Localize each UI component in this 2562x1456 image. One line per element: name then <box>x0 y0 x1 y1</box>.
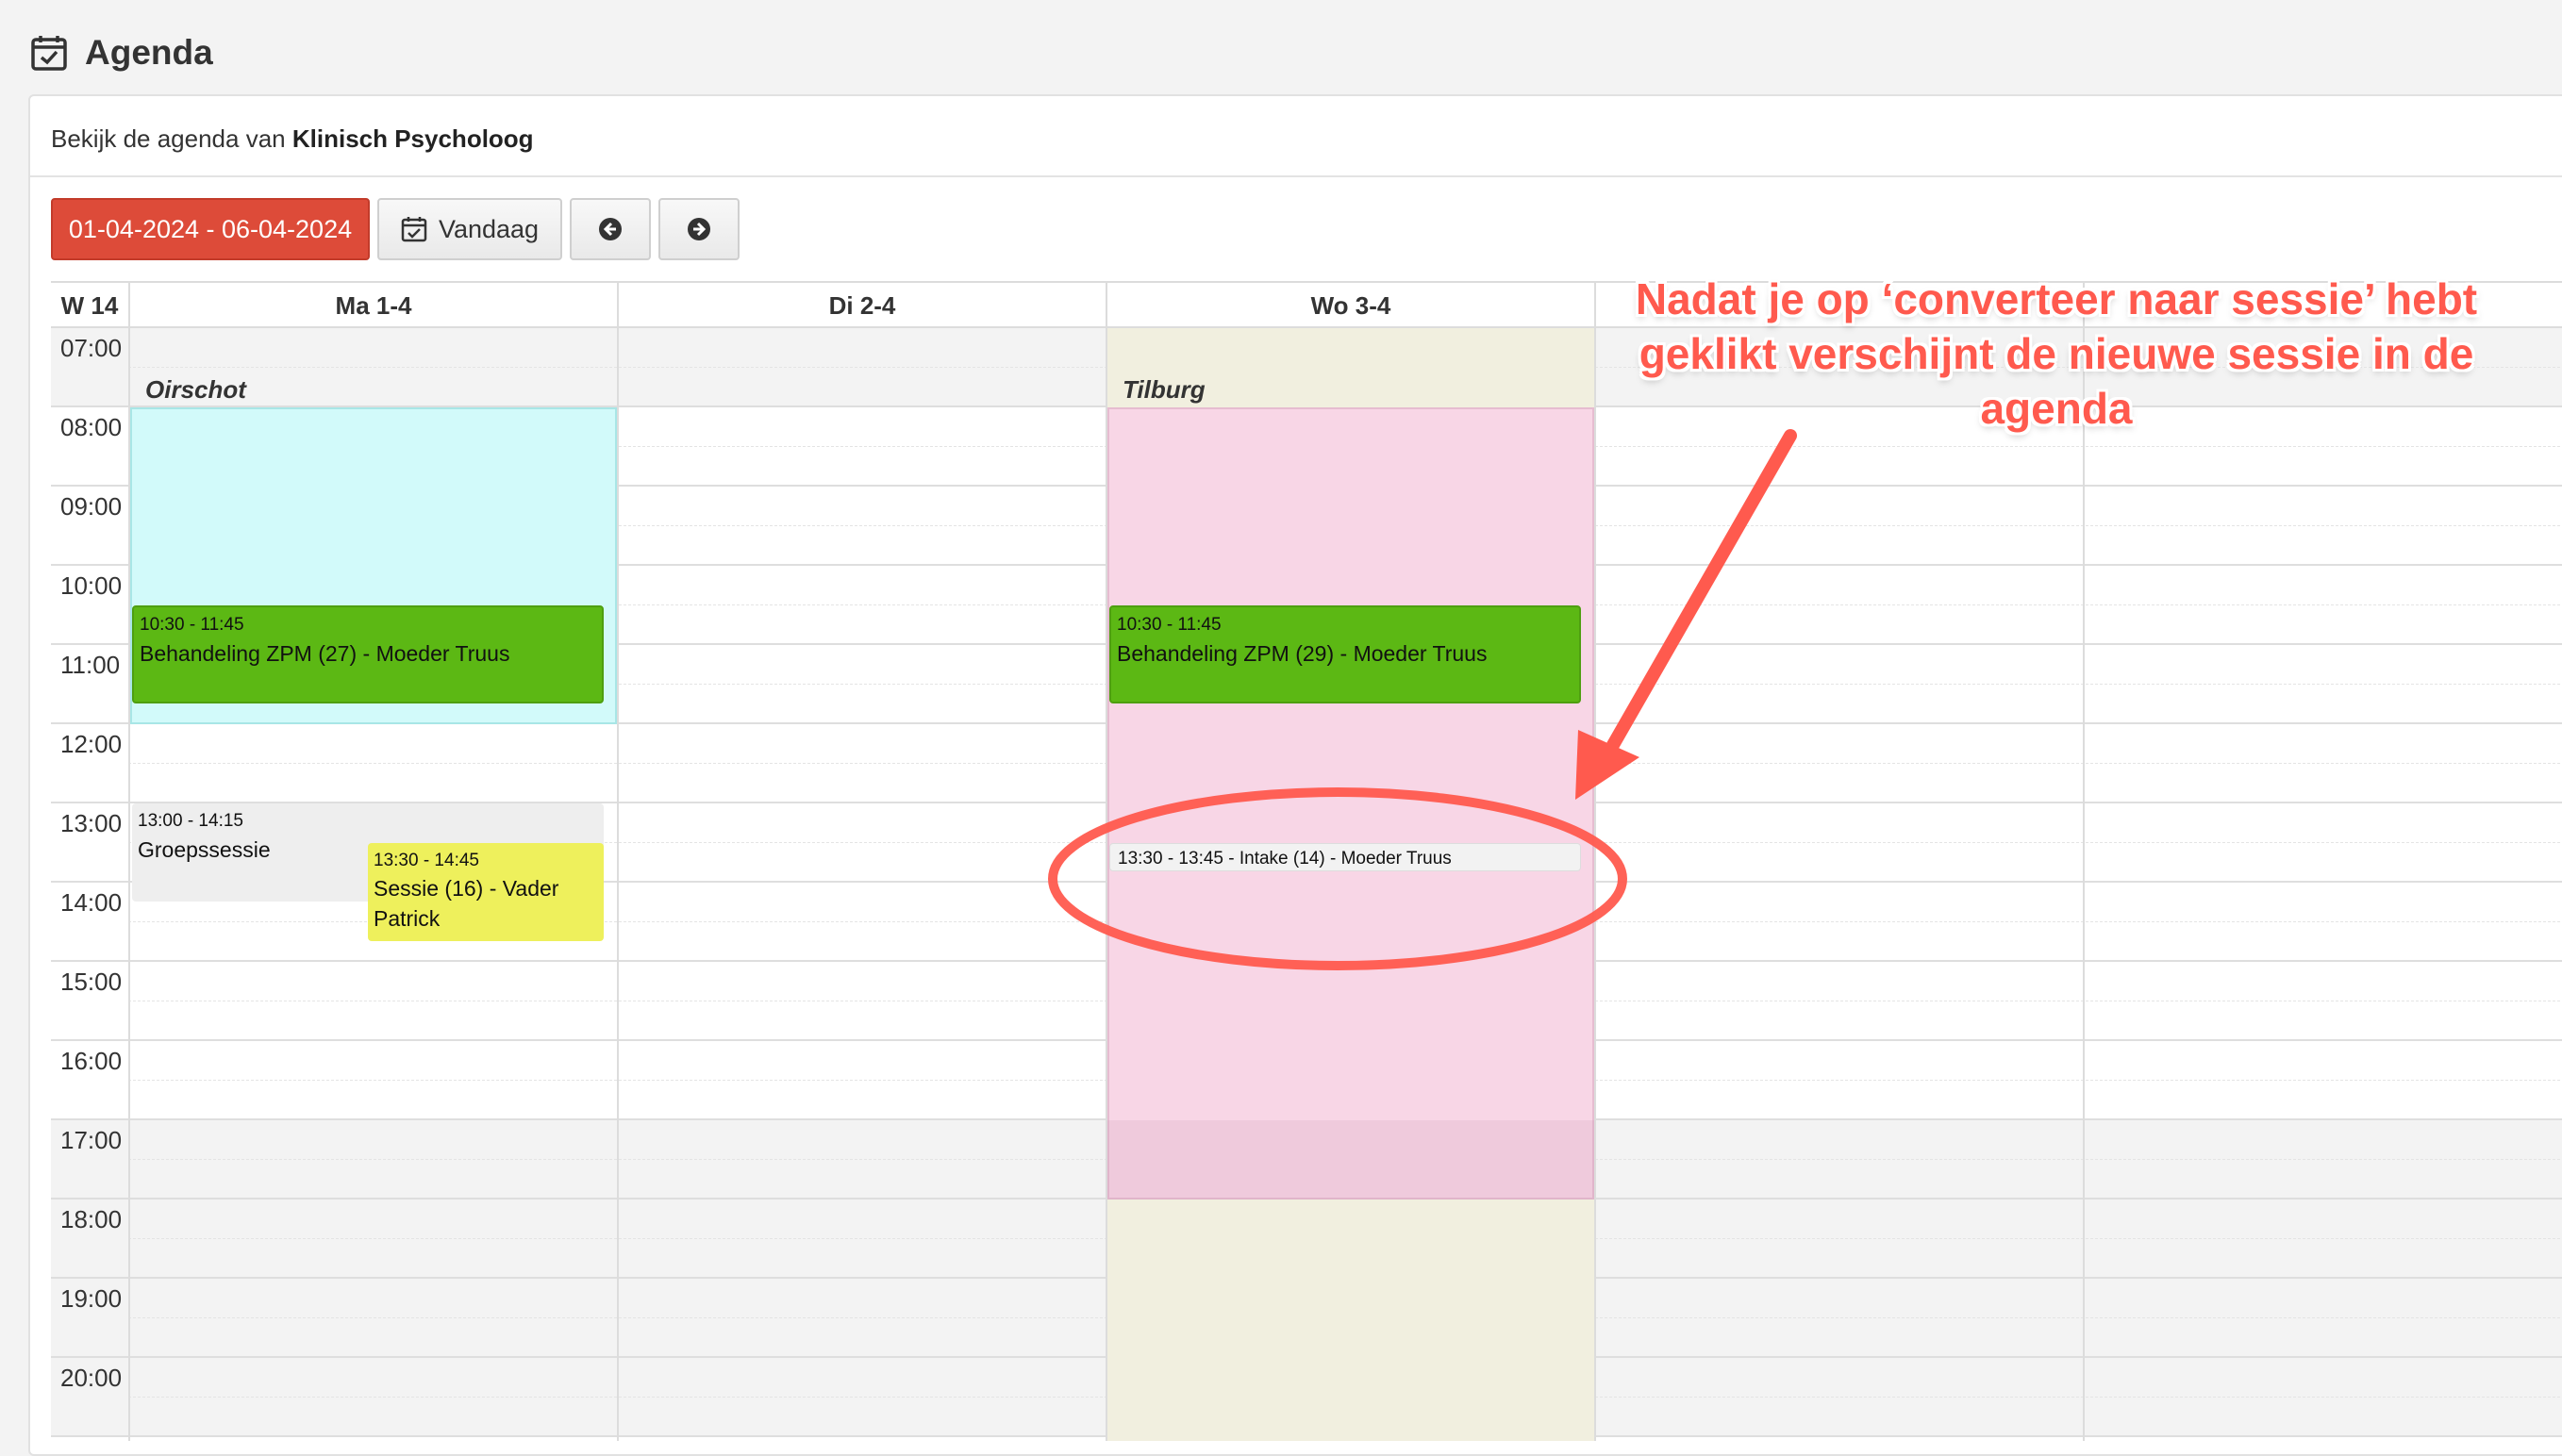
annotation-arrow-head <box>1575 730 1639 800</box>
annotation-overlay <box>1048 429 1797 970</box>
annotation-arrow-shaft <box>1606 429 1797 752</box>
annotation-text: Nadat je op ‘converteer naar sessie’ heb… <box>1635 274 2478 433</box>
highlight-ellipse <box>1048 787 1627 970</box>
